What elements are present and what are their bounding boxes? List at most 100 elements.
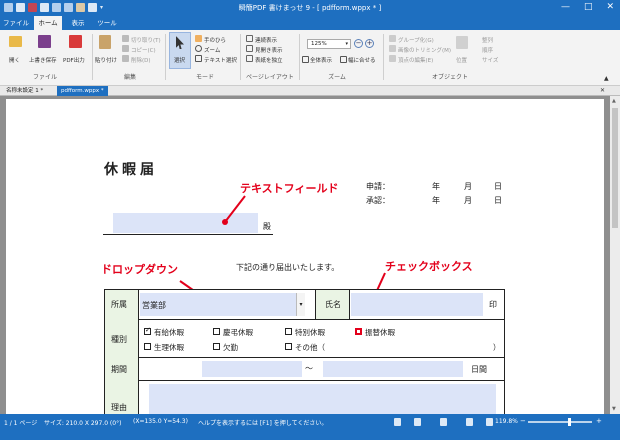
- zoom-out-button[interactable]: −: [354, 39, 363, 48]
- zoom-slider-track[interactable]: [528, 421, 592, 423]
- addressee-text-field[interactable]: [113, 213, 258, 233]
- position-button[interactable]: 位置: [456, 56, 467, 64]
- group-icon: [389, 35, 396, 42]
- name-text-field[interactable]: [351, 293, 483, 316]
- period-start-field[interactable]: [202, 361, 302, 377]
- whole-page-button[interactable]: 全体表示: [310, 56, 332, 64]
- other-close-paren: ）: [493, 343, 501, 352]
- minimize-button[interactable]: —: [561, 2, 570, 12]
- scroll-up-icon[interactable]: ▲: [612, 98, 616, 104]
- annotation-text-field: テキストフィールド: [240, 182, 339, 195]
- absence-checkbox[interactable]: [213, 343, 220, 350]
- continuous-view-button[interactable]: 連続表示: [255, 36, 277, 44]
- paste-button[interactable]: 貼り付け: [95, 56, 117, 64]
- condolence-leave-checkbox[interactable]: [213, 328, 220, 335]
- hand-button[interactable]: 手のひら: [204, 36, 226, 44]
- status-help: ヘルプを表示するには [F1] を押してください。: [198, 420, 328, 427]
- group-separator: [165, 34, 166, 80]
- ribbon: 開く 上書き保存 PDF出力 ファイル 貼り付け 切り取り(T) コピー(C) …: [0, 30, 620, 86]
- group-separator: [92, 34, 93, 80]
- page-icon[interactable]: [394, 418, 401, 426]
- type-label: 種別: [111, 335, 127, 344]
- annotation-dropdown: ドロップダウン: [101, 263, 178, 276]
- leave-form-table: 所属 営業部 ▾ 氏名 印 種別 ✓ 有給休暇 慶弔休暇 特別休暇 振替休暇 生…: [104, 289, 505, 415]
- paste-icon[interactable]: [99, 35, 111, 49]
- copy-button[interactable]: コピー(C): [131, 46, 156, 54]
- cut-button[interactable]: 切り取り(T): [131, 36, 161, 44]
- overwrite-save-icon[interactable]: [38, 35, 51, 48]
- doc-tab-pdfform[interactable]: pdfform.wppx *: [57, 86, 108, 96]
- tab-home[interactable]: ホーム: [34, 16, 62, 30]
- open-button[interactable]: 開く: [9, 56, 20, 64]
- position-icon: [456, 36, 468, 49]
- zoom-select[interactable]: 125% ▾: [307, 39, 351, 49]
- pdf-output-button[interactable]: PDF出力: [63, 56, 85, 64]
- pdf-output-icon[interactable]: [69, 35, 82, 48]
- image-trim-button[interactable]: 画像のトリミング(M): [398, 46, 451, 54]
- zoom-in-icon[interactable]: +: [596, 417, 602, 425]
- reason-text-field[interactable]: [149, 384, 496, 415]
- name-label: 氏名: [325, 300, 341, 309]
- fit-width-button[interactable]: 幅に合せる: [348, 56, 376, 64]
- chevron-down-icon[interactable]: ▾: [296, 293, 305, 316]
- order-button[interactable]: 順序: [482, 46, 493, 54]
- scroll-thumb[interactable]: [612, 108, 618, 228]
- size-button[interactable]: サイズ: [482, 56, 498, 64]
- menstrual-leave-checkbox[interactable]: [144, 343, 151, 350]
- layout-group-label: ページレイアウト: [246, 74, 294, 81]
- zoom-value: 125%: [311, 41, 327, 47]
- group-button[interactable]: グループ化(G): [398, 36, 434, 44]
- period-end-field[interactable]: [323, 361, 463, 377]
- maximize-button[interactable]: □: [584, 2, 593, 12]
- approve-month: 月: [464, 196, 472, 205]
- apply-day: 日: [494, 182, 502, 191]
- tab-view[interactable]: 表示: [66, 16, 90, 30]
- delete-icon: [122, 55, 129, 62]
- scroll-down-icon[interactable]: ▼: [612, 406, 616, 412]
- zoom-slider-thumb[interactable]: [568, 418, 571, 426]
- hand-icon: [195, 35, 202, 42]
- spread-view-button[interactable]: 見開き表示: [255, 46, 283, 54]
- delete-button[interactable]: 削除(D): [131, 56, 151, 64]
- doc-tab-untitled[interactable]: 名称未設定 1 *: [2, 86, 47, 96]
- vertical-scrollbar[interactable]: ▲ ▼: [610, 96, 620, 414]
- text-select-button[interactable]: テキスト選択: [204, 56, 237, 64]
- window-controls: — □ ✕: [561, 2, 614, 12]
- print-icon[interactable]: [466, 418, 473, 426]
- open-folder-icon[interactable]: [9, 36, 22, 47]
- zoom-group-label: ズーム: [328, 74, 346, 81]
- zoom-out-icon[interactable]: −: [520, 417, 526, 425]
- paid-leave-checkbox[interactable]: ✓: [144, 326, 151, 335]
- last-page-icon[interactable]: [486, 418, 493, 426]
- image-trim-icon: [389, 45, 396, 52]
- first-page-icon[interactable]: [440, 418, 447, 426]
- overwrite-save-button[interactable]: 上書き保存: [29, 56, 57, 64]
- special-leave-checkbox[interactable]: [285, 328, 292, 335]
- cover-single-button[interactable]: 表紙を独立: [255, 56, 283, 64]
- zoom-button[interactable]: ズーム: [204, 46, 220, 54]
- close-button[interactable]: ✕: [606, 2, 614, 12]
- tab-tools[interactable]: ツール: [94, 16, 120, 30]
- object-group-label: オブジェクト: [431, 74, 468, 81]
- other-checkbox[interactable]: [285, 343, 292, 350]
- window-title: 瞬簡PDF 書けまっせ 9 - [ pdfform.wppx * ]: [238, 4, 382, 12]
- status-zoom: 119.8%: [495, 418, 518, 425]
- status-bar: 1 / 1 ページ サイズ: 210.0 X 297.0 (0°) (X=135…: [0, 414, 620, 440]
- apply-label: 申請：: [366, 182, 390, 191]
- dept-dropdown[interactable]: 営業部 ▾: [140, 293, 305, 316]
- vertex-edit-button[interactable]: 頂点の編集(E): [398, 56, 433, 64]
- zoom-in-button[interactable]: +: [365, 39, 374, 48]
- menstrual-leave-label: 生理休暇: [154, 343, 184, 352]
- group-separator: [299, 34, 300, 80]
- close-tab-icon[interactable]: ✕: [600, 87, 605, 94]
- group-separator: [383, 34, 384, 80]
- status-size: サイズ: 210.0 X 297.0 (0°): [44, 420, 122, 427]
- tab-file[interactable]: ファイル: [2, 16, 30, 30]
- page-fit-icon[interactable]: [414, 418, 421, 426]
- apply-year: 年: [432, 182, 440, 191]
- align-button[interactable]: 整列: [482, 36, 493, 44]
- collapse-ribbon-icon[interactable]: ▲: [604, 75, 609, 82]
- annotation-checkbox: チェックボックス: [385, 260, 473, 273]
- substitute-leave-checkbox[interactable]: [355, 328, 362, 335]
- group-separator: [240, 34, 241, 80]
